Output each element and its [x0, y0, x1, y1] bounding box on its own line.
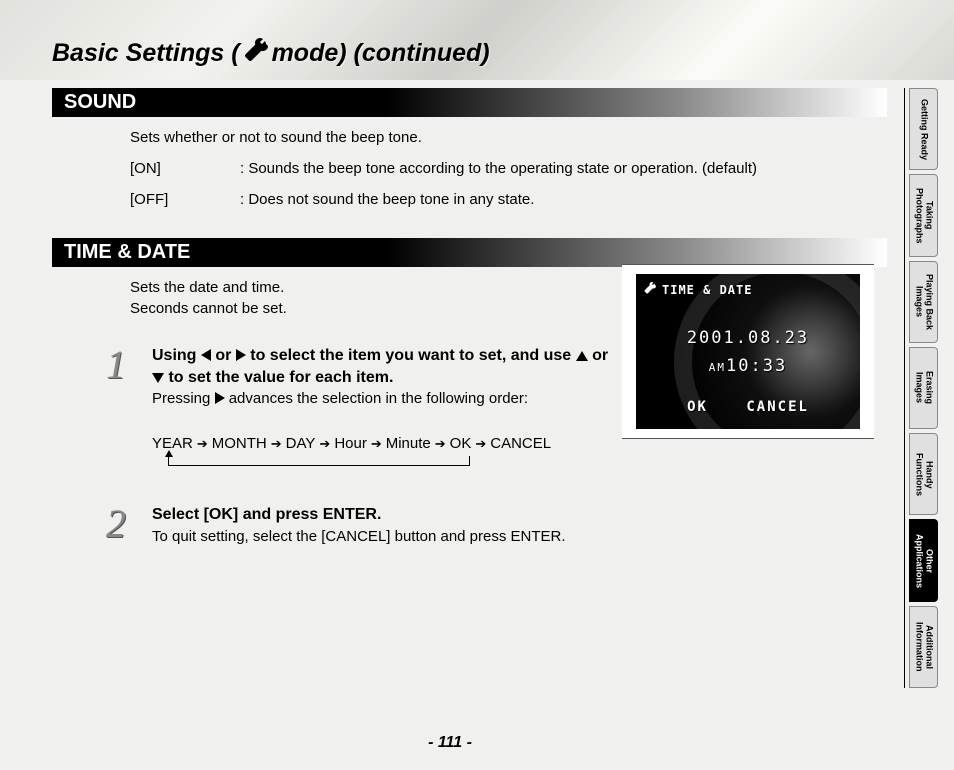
page-number: - 111 - [0, 734, 900, 752]
option-desc: : Sounds the beep tone according to the … [240, 158, 887, 179]
wrench-icon [244, 38, 268, 69]
lcd-screenshot: TIME & DATE 2001.08.23 AM10:33 OK CANCEL [622, 264, 874, 439]
title-suffix: mode) (continued) [272, 39, 490, 68]
up-arrow-icon [576, 351, 588, 361]
lcd-header: TIME & DATE [644, 282, 752, 297]
tab-getting-ready[interactable]: Getting Ready [909, 88, 938, 170]
seq-month: MONTH [212, 435, 267, 452]
tab-handy-functions[interactable]: Handy Functions [909, 433, 938, 515]
page-title: Basic Settings ( mode) (continued) [52, 38, 490, 69]
tab-erasing-images[interactable]: Erasing Images [909, 347, 938, 429]
lcd-time: AM10:33 [636, 356, 860, 376]
tab-playing-back-images[interactable]: Playing Back Images [909, 261, 938, 343]
step-2-title: Select [OK] and press ENTER. [152, 504, 887, 526]
step-2: 2 Select [OK] and press ENTER. To quit s… [52, 504, 887, 545]
arrow-right-icon: ➔ [371, 436, 382, 452]
arrow-right-icon: ➔ [197, 436, 208, 452]
wrench-icon [644, 282, 656, 297]
sound-heading: SOUND [52, 88, 887, 117]
step-number-2: 2 [106, 500, 126, 547]
step-2-text: To quit setting, select the [CANCEL] but… [152, 528, 887, 545]
tab-additional-information[interactable]: Additional Information [909, 606, 938, 688]
lcd-time-value: 10:33 [726, 356, 787, 376]
seq-ok: OK [450, 435, 472, 452]
sound-option-off: [OFF] : Does not sound the beep tone in … [130, 189, 887, 210]
step-number-1: 1 [106, 341, 126, 388]
arrow-right-icon: ➔ [319, 436, 330, 452]
right-arrow-icon [236, 349, 246, 361]
sound-option-on: [ON] : Sounds the beep tone according to… [130, 158, 887, 179]
arrow-right-icon: ➔ [271, 436, 282, 452]
lcd-ampm: AM [709, 361, 726, 374]
sound-body: Sets whether or not to sound the beep to… [52, 127, 887, 210]
option-desc: : Does not sound the beep tone in any st… [240, 189, 887, 210]
option-label: [OFF] [130, 189, 240, 210]
sequence-return-line [168, 456, 470, 466]
sequence-return-arrow-icon [165, 450, 173, 457]
arrow-right-icon: ➔ [475, 436, 486, 452]
step-1-title: Using or to select the item you want to … [152, 345, 622, 388]
left-arrow-icon [201, 349, 211, 361]
lcd-buttons: OK CANCEL [636, 399, 860, 415]
option-label: [ON] [130, 158, 240, 179]
timedate-heading: TIME & DATE [52, 238, 887, 267]
lcd-header-text: TIME & DATE [662, 283, 752, 297]
lcd-date: 2001.08.23 [636, 328, 860, 348]
tab-other-applications[interactable]: Other Applications [909, 519, 938, 601]
sound-intro: Sets whether or not to sound the beep to… [130, 127, 887, 148]
lcd-cancel: CANCEL [746, 399, 809, 415]
lcd-display: TIME & DATE 2001.08.23 AM10:33 OK CANCEL [636, 274, 860, 429]
section-tabs: Getting Ready Taking Photographs Playing… [904, 88, 938, 688]
sequence-diagram: YEAR ➔ MONTH ➔ DAY ➔ Hour ➔ Minute ➔ OK … [152, 435, 632, 470]
arrow-right-icon: ➔ [435, 436, 446, 452]
right-arrow-icon [215, 392, 225, 404]
seq-minute: Minute [386, 435, 431, 452]
seq-day: DAY [286, 435, 316, 452]
title-prefix: Basic Settings ( [52, 39, 240, 68]
seq-hour: Hour [334, 435, 367, 452]
tab-taking-photographs[interactable]: Taking Photographs [909, 174, 938, 256]
lcd-ok: OK [687, 399, 708, 415]
down-arrow-icon [152, 373, 164, 383]
seq-cancel: CANCEL [490, 435, 551, 452]
